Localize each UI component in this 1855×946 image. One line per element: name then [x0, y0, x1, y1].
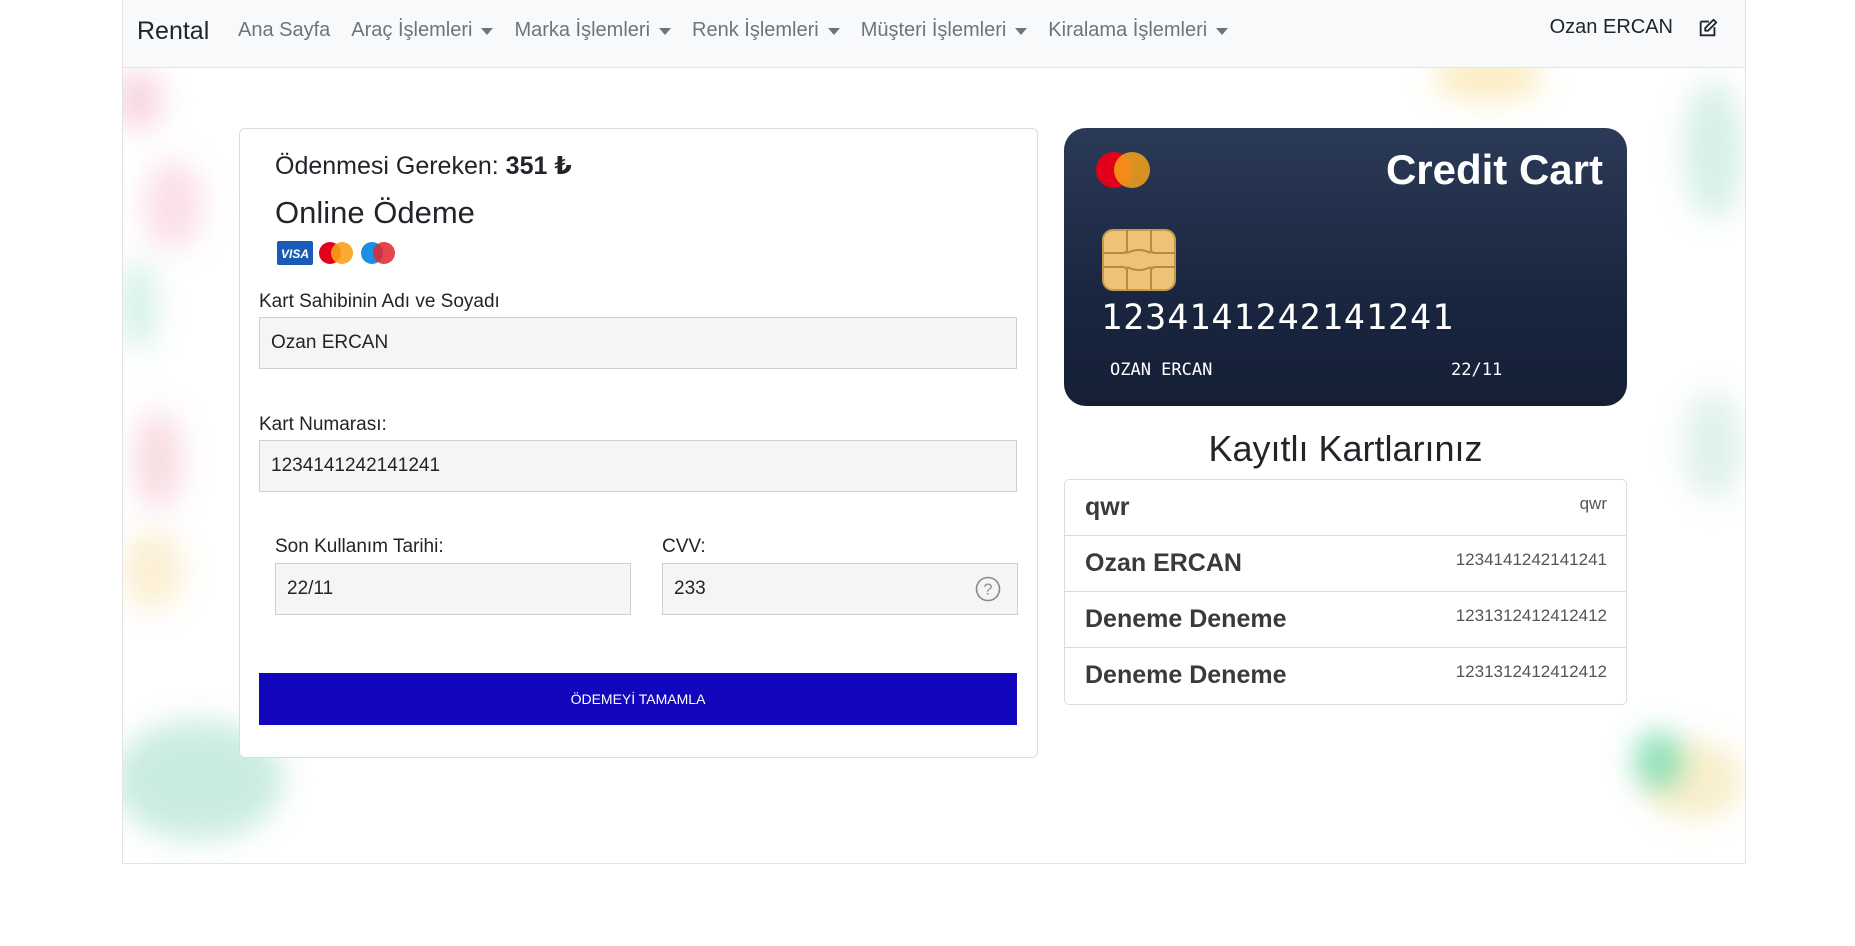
- nav-item-label: Kiralama İşlemleri: [1048, 19, 1208, 41]
- navbar-brand[interactable]: Rental: [137, 17, 209, 46]
- nav-item-brands[interactable]: Marka İşlemleri: [514, 19, 672, 42]
- saved-card-number: 1234141242141241: [1455, 550, 1607, 569]
- help-icon[interactable]: ?: [975, 576, 1001, 602]
- nav-item-label: Araç İşlemleri: [351, 19, 473, 41]
- nav-item-vehicles[interactable]: Araç İşlemleri: [351, 19, 494, 42]
- watercolor-blob: [133, 410, 183, 510]
- holder-label: Kart Sahibinin Adı ve Soyadı: [259, 291, 500, 312]
- saved-card-number: 1231312412412412: [1455, 662, 1607, 681]
- watercolor-blob: [1633, 730, 1683, 790]
- payment-card: Ödenmesi Gereken: 351 ₺ Online Ödeme VIS…: [239, 128, 1038, 758]
- watercolor-blob: [143, 160, 203, 250]
- chevron-down-icon: [1015, 28, 1028, 35]
- saved-card-number: qwr: [1579, 494, 1607, 513]
- credit-card-title: Credit Cart: [1385, 146, 1603, 193]
- expiry-input[interactable]: 22/11: [275, 563, 631, 615]
- nav-menu: Ana Sayfa Araç İşlemleri Marka İşlemleri…: [238, 19, 1249, 42]
- credit-card-holder: OZAN ERCAN: [1110, 360, 1213, 380]
- watercolor-blob: [1683, 390, 1743, 500]
- saved-card-name: Deneme Deneme: [1085, 605, 1287, 633]
- visa-icon: VISA: [277, 241, 313, 265]
- saved-card-name: Ozan ERCAN: [1085, 549, 1242, 577]
- saved-card-name: Deneme Deneme: [1085, 661, 1287, 689]
- chip-icon: [1102, 229, 1176, 291]
- holder-name-input[interactable]: Ozan ERCAN: [259, 317, 1017, 369]
- amount-due-value: 351 ₺: [505, 152, 572, 180]
- edit-icon[interactable]: [1697, 17, 1719, 39]
- nav-item-label: Renk İşlemleri: [692, 19, 819, 41]
- payment-title: Online Ödeme: [275, 195, 475, 230]
- list-item[interactable]: qwr qwr: [1065, 480, 1626, 536]
- nav-item-label: Müşteri İşlemleri: [860, 19, 1007, 41]
- watercolor-blob: [1683, 80, 1743, 220]
- card-number-label: Kart Numarası:: [259, 414, 387, 435]
- navbar: Rental Ana Sayfa Araç İşlemleri Marka İş…: [123, 0, 1745, 68]
- expiry-label: Son Kullanım Tarihi:: [275, 536, 444, 557]
- list-item[interactable]: Deneme Deneme 1231312412412412: [1065, 592, 1626, 648]
- card-brands: VISA: [277, 241, 397, 265]
- svg-text:?: ?: [984, 582, 993, 599]
- nav-item-label: Ana Sayfa: [238, 19, 331, 41]
- chevron-down-icon: [827, 28, 840, 35]
- mastercard-icon: [1096, 152, 1150, 188]
- nav-item-label: Marka İşlemleri: [514, 19, 651, 41]
- maestro-icon: [361, 242, 395, 264]
- nav-item-colors[interactable]: Renk İşlemleri: [692, 19, 840, 42]
- nav-item-rentals[interactable]: Kiralama İşlemleri: [1048, 19, 1229, 42]
- amount-due: Ödenmesi Gereken: 351 ₺: [275, 151, 572, 181]
- watercolor-blob: [123, 530, 183, 610]
- chevron-down-icon: [659, 28, 672, 35]
- credit-card-preview: Credit Cart 1234141242141241 OZAN ERCAN …: [1064, 128, 1627, 406]
- cvv-label: CVV:: [662, 536, 706, 557]
- credit-card-expiry: 22/11: [1451, 360, 1503, 380]
- nav-item-customers[interactable]: Müşteri İşlemleri: [861, 19, 1028, 42]
- chevron-down-icon: [1216, 28, 1229, 35]
- saved-cards-list: qwr qwr Ozan ERCAN 1234141242141241 Dene…: [1064, 479, 1627, 705]
- user-name[interactable]: Ozan ERCAN: [1550, 16, 1673, 39]
- mastercard-icon: [319, 242, 353, 264]
- svg-text:VISA: VISA: [281, 247, 309, 261]
- nav-item-home[interactable]: Ana Sayfa: [238, 19, 330, 42]
- complete-payment-button[interactable]: ÖDEMEYİ TAMAMLA: [259, 673, 1017, 725]
- page-frame: Rental Ana Sayfa Araç İşlemleri Marka İş…: [122, 0, 1746, 864]
- amount-due-label: Ödenmesi Gereken:: [275, 152, 499, 180]
- credit-card-number: 1234141242141241: [1101, 298, 1455, 338]
- cvv-input[interactable]: 233 ?: [662, 563, 1018, 615]
- list-item[interactable]: Ozan ERCAN 1234141242141241: [1065, 536, 1626, 592]
- chevron-down-icon: [481, 28, 494, 35]
- list-item[interactable]: Deneme Deneme 1231312412412412: [1065, 648, 1626, 704]
- watercolor-blob: [123, 70, 163, 130]
- saved-card-number: 1231312412412412: [1455, 606, 1607, 625]
- cvv-value: 233: [674, 578, 706, 599]
- saved-card-name: qwr: [1085, 493, 1130, 521]
- card-number-input[interactable]: 1234141242141241: [259, 440, 1017, 492]
- watercolor-blob: [123, 260, 158, 350]
- saved-cards-title: Kayıtlı Kartlarınız: [1208, 428, 1483, 469]
